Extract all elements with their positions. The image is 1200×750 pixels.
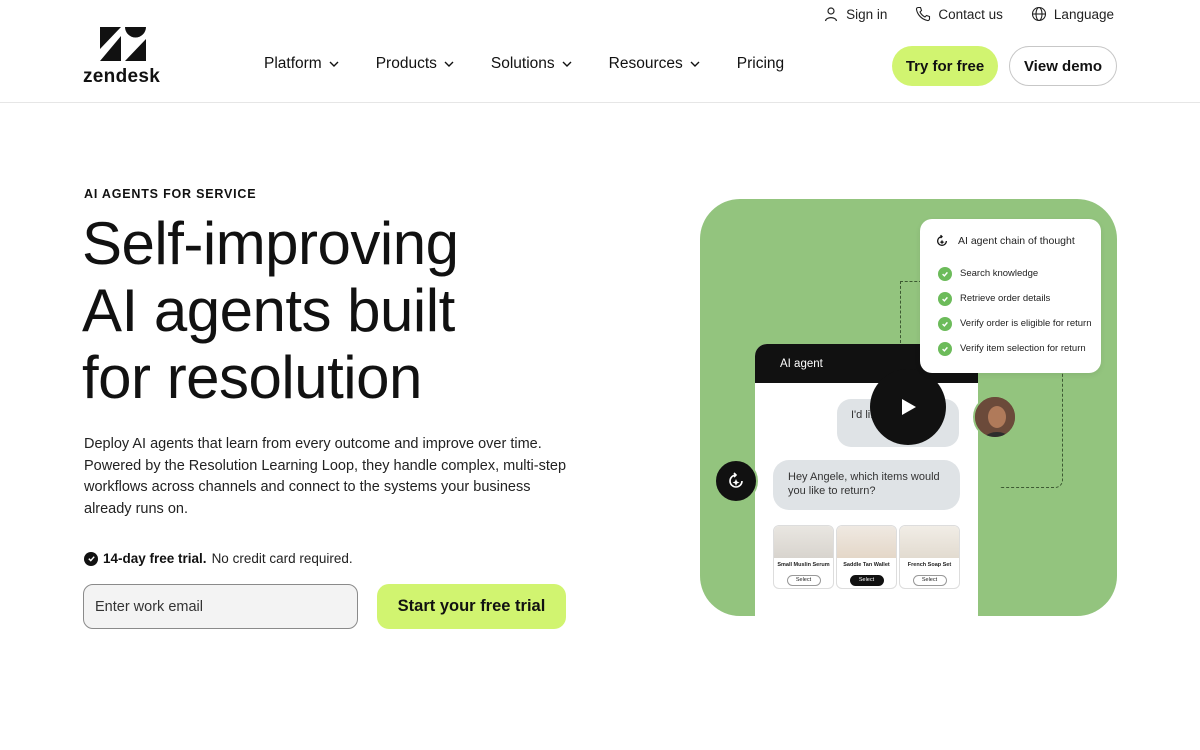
hero-illustration: AI agent I'd li... my o... Hey Angele, w… <box>700 199 1117 616</box>
product-cards: Small Muslin Serum Select Saddle Tan Wal… <box>773 525 960 589</box>
chain-of-thought-title-text: AI agent chain of thought <box>958 235 1075 247</box>
thought-step: Verify order is eligible for return <box>938 311 1101 336</box>
chevron-down-icon <box>562 61 572 67</box>
thought-step: Retrieve order details <box>938 286 1101 311</box>
thought-step-label: Verify order is eligible for return <box>960 318 1092 329</box>
person-icon <box>824 7 838 22</box>
logo-wordmark: zendesk <box>83 66 161 87</box>
chevron-down-icon <box>444 61 454 67</box>
nav-solutions[interactable]: Solutions <box>491 55 573 73</box>
ai-sparkle-icon <box>936 234 948 247</box>
product-image <box>900 526 959 558</box>
contact-us-link[interactable]: Contact us <box>915 6 1003 22</box>
nav-pricing[interactable]: Pricing <box>737 55 784 73</box>
phone-icon <box>916 6 931 22</box>
trial-bold-text: 14-day free trial. <box>103 551 207 566</box>
chain-of-thought-title: AI agent chain of thought <box>934 233 1101 249</box>
select-button[interactable]: Select <box>786 575 821 586</box>
sign-in-link[interactable]: Sign in <box>823 6 887 22</box>
chain-of-thought-card: AI agent chain of thought Search knowled… <box>920 219 1101 373</box>
product-card: Small Muslin Serum Select <box>773 525 834 589</box>
chevron-down-icon <box>690 61 700 67</box>
hero-eyebrow: AI AGENTS FOR SERVICE <box>84 187 257 201</box>
product-name: Saddle Tan Wallet <box>843 562 890 568</box>
customer-avatar <box>973 395 1017 439</box>
hero-description: Deploy AI agents that learn from every o… <box>84 436 567 517</box>
sign-in-label: Sign in <box>846 6 888 22</box>
thought-step: Verify item selection for return <box>938 336 1101 361</box>
check-icon <box>938 341 952 356</box>
connector-line <box>900 281 922 343</box>
contact-us-label: Contact us <box>938 6 1003 22</box>
thought-step-label: Retrieve order details <box>960 293 1051 304</box>
play-icon <box>902 399 916 415</box>
nav-solutions-label: Solutions <box>490 55 555 72</box>
utility-nav: Sign in Contact us Language <box>823 6 1114 22</box>
nav-products[interactable]: Products <box>376 55 455 73</box>
product-image <box>837 526 896 558</box>
globe-icon <box>1031 6 1046 22</box>
nav-pricing-label: Pricing <box>736 55 785 72</box>
play-video-button[interactable] <box>870 369 946 445</box>
zendesk-logo-mark-icon <box>100 27 146 61</box>
product-card: French Soap Set Select <box>899 525 960 589</box>
nav-resources-label: Resources <box>608 55 683 72</box>
ai-agent-badge <box>714 459 758 503</box>
nav-products-label: Products <box>375 55 437 72</box>
check-icon <box>938 291 952 306</box>
nav-platform-label: Platform <box>264 55 322 72</box>
thought-step: Search knowledge <box>938 261 1101 286</box>
zendesk-logo[interactable]: zendesk <box>83 27 163 87</box>
thought-step-label: Search knowledge <box>960 268 1039 279</box>
product-card: Saddle Tan Wallet Select <box>836 525 897 589</box>
check-icon <box>938 316 952 331</box>
check-icon <box>938 266 952 281</box>
work-email-input[interactable] <box>83 584 358 629</box>
chat-window: AI agent I'd li... my o... Hey Angele, w… <box>755 344 978 616</box>
try-for-free-button[interactable]: Try for free <box>892 46 998 86</box>
headline-line-1: Self-improving <box>82 210 459 277</box>
start-free-trial-button[interactable]: Start your free trial <box>377 584 566 629</box>
ai-sparkle-icon <box>729 472 743 488</box>
agent-message-bubble: Hey Angele, which items would you like t… <box>773 460 960 510</box>
nav-platform[interactable]: Platform <box>264 55 340 73</box>
language-label: Language <box>1053 6 1114 22</box>
hero-headline: Self-improving AI agents built for resol… <box>82 210 602 411</box>
headline-line-2: AI agents built <box>82 277 455 344</box>
headline-line-3: for resolution <box>82 344 422 411</box>
main-nav: Platform Products Solutions Resources Pr… <box>264 55 784 73</box>
trial-rest-text: No credit card required. <box>211 551 353 566</box>
thought-step-label: Verify item selection for return <box>960 343 1086 354</box>
select-button[interactable]: Select <box>849 575 884 586</box>
nav-resources[interactable]: Resources <box>609 55 701 73</box>
chevron-down-icon <box>329 61 339 67</box>
product-name: French Soap Set <box>907 562 952 568</box>
select-button[interactable]: Select <box>912 575 947 586</box>
check-circle-icon <box>84 551 98 566</box>
language-selector[interactable]: Language <box>1031 6 1114 22</box>
view-demo-button[interactable]: View demo <box>1009 46 1117 86</box>
site-header: zendesk Sign in Contact us Language Plat… <box>0 0 1200 103</box>
product-image <box>774 526 833 558</box>
product-name: Small Muslin Serum <box>777 562 830 568</box>
trial-note: 14-day free trial. No credit card requir… <box>84 551 353 566</box>
